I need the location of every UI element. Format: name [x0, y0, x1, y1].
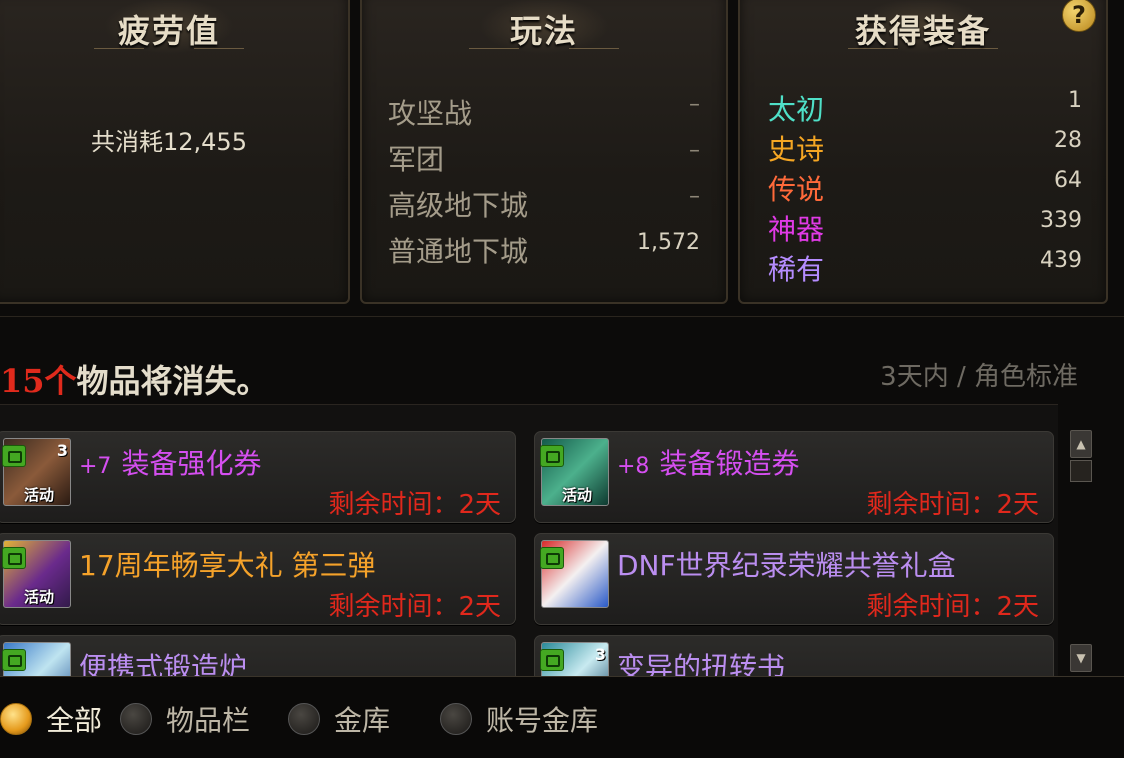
radio-unselected-icon — [120, 703, 152, 735]
equipment-row: 稀有 439 — [768, 248, 1082, 288]
radio-selected-icon — [0, 703, 32, 735]
item-card[interactable]: 3 活动 +7 装备强化券 剩余时间：2天 — [0, 431, 516, 523]
filter-label: 物品栏 — [166, 704, 251, 737]
filter-label: 账号金库 — [486, 704, 599, 737]
gameplay-label: 高级地下城 — [388, 189, 529, 222]
item-card[interactable]: 3 变异的扭转书 — [534, 635, 1054, 677]
scroll-thumb[interactable] — [1070, 460, 1092, 482]
item-name: 17周年畅享大礼 第三弹 — [79, 549, 376, 582]
grade-count: 64 — [1054, 168, 1082, 193]
radio-unselected-icon — [440, 703, 472, 735]
grade-label: 稀有 — [768, 253, 825, 286]
grade-count: 28 — [1054, 128, 1082, 153]
lock-tag-icon — [2, 547, 26, 569]
item-card[interactable]: 便携式锻造炉 — [0, 635, 516, 677]
equipment-row: 史诗 28 — [768, 128, 1082, 168]
item-name: 便携式锻造炉 — [79, 651, 248, 677]
grade-count: 1 — [1068, 88, 1082, 113]
grade-label: 神器 — [768, 213, 825, 246]
list-scrollbar[interactable]: ▲ ▼ — [1070, 430, 1092, 674]
scroll-down-icon[interactable]: ▼ — [1070, 644, 1092, 672]
equipment-panel: 获得装备 ? 太初 1 史诗 28 传说 64 神器 339 稀有 439 — [738, 0, 1108, 304]
gameplay-row: 普通地下城 1,572 — [388, 230, 700, 270]
section-divider — [0, 316, 1124, 317]
equipment-title: 获得装备 — [854, 12, 991, 50]
grade-count: 339 — [1040, 208, 1082, 233]
filter-inventory-radio[interactable]: 物品栏 — [120, 699, 250, 739]
filter-label: 全部 — [46, 704, 103, 737]
gameplay-label: 攻坚战 — [388, 97, 473, 130]
item-remaining-time: 剩余时间：2天 — [866, 490, 1039, 520]
item-icon — [2, 642, 71, 677]
gameplay-row: 军团 – — [388, 138, 700, 178]
lock-tag-icon — [540, 445, 564, 467]
equipment-row: 神器 339 — [768, 208, 1082, 248]
gameplay-row: 高级地下城 – — [388, 184, 700, 224]
grade-label: 太初 — [768, 93, 825, 126]
gameplay-value: – — [689, 138, 700, 163]
lock-tag-icon — [2, 445, 26, 467]
gameplay-label: 普通地下城 — [388, 235, 529, 268]
expiring-count: 15个 — [0, 362, 77, 400]
filter-storage-radio[interactable]: 金库 — [288, 699, 390, 739]
item-name: 变异的扭转书 — [617, 651, 786, 677]
gameplay-value: 1,572 — [637, 230, 700, 255]
expiring-heading: 15个物品将消失。 — [0, 356, 269, 402]
item-prefix: +8 — [617, 454, 650, 479]
item-remaining-time: 剩余时间：2天 — [328, 490, 501, 520]
fatigue-total: 共消耗12,455 — [91, 128, 247, 156]
item-card[interactable]: DNF世界纪录荣耀共誉礼盒 剩余时间：2天 — [534, 533, 1054, 625]
item-icon: 3 活动 — [2, 438, 71, 506]
gameplay-row: 攻坚战 – — [388, 92, 700, 132]
equipment-row: 传说 64 — [768, 168, 1082, 208]
item-card[interactable]: 活动 +8 装备锻造券 剩余时间：2天 — [534, 431, 1054, 523]
scroll-up-icon[interactable]: ▲ — [1070, 430, 1092, 458]
lock-tag-icon — [540, 547, 564, 569]
filter-account-storage-radio[interactable]: 账号金库 — [440, 699, 598, 739]
item-icon: 活动 — [2, 540, 71, 608]
item-remaining-time: 剩余时间：2天 — [866, 592, 1039, 622]
lock-tag-icon — [2, 649, 26, 671]
event-badge: 活动 — [24, 588, 55, 606]
fatigue-title: 疲劳值 — [117, 12, 220, 50]
gameplay-label: 军团 — [388, 143, 445, 176]
gameplay-value: – — [689, 184, 700, 209]
event-badge: 活动 — [24, 486, 55, 504]
filter-bar: 全部 物品栏 金库 账号金库 — [0, 676, 1124, 758]
item-name: +7 装备强化券 — [79, 447, 262, 480]
grade-count: 439 — [1040, 248, 1082, 273]
event-badge: 活动 — [562, 486, 593, 504]
item-icon: 3 — [540, 642, 609, 677]
stack-count: 3 — [56, 441, 68, 460]
expiring-text: 物品将消失。 — [76, 362, 269, 400]
item-name: DNF世界纪录荣耀共誉礼盒 — [617, 549, 956, 582]
filter-label: 金库 — [334, 704, 391, 737]
item-prefix: +7 — [79, 454, 112, 479]
gameplay-panel: 玩法 攻坚战 – 军团 – 高级地下城 – 普通地下城 1,572 — [360, 0, 728, 304]
item-remaining-time: 剩余时间：2天 — [328, 592, 501, 622]
lock-tag-icon — [540, 649, 564, 671]
grade-label: 史诗 — [768, 133, 825, 166]
stack-count: 3 — [594, 645, 606, 664]
filter-all-radio[interactable]: 全部 — [0, 699, 102, 739]
radio-unselected-icon — [288, 703, 320, 735]
item-card[interactable]: 活动 17周年畅享大礼 第三弹 剩余时间：2天 — [0, 533, 516, 625]
expiring-item-list[interactable]: 3 活动 +7 装备强化券 剩余时间：2天 活动 +8 装备锻造券 剩余时间：2天 … — [0, 404, 1058, 677]
item-icon — [540, 540, 609, 608]
gameplay-title: 玩法 — [509, 12, 578, 50]
expiring-range: 3天内 / 角色标准 — [880, 362, 1078, 392]
item-icon: 活动 — [540, 438, 609, 506]
fatigue-panel: 疲劳值 共消耗12,455 — [0, 0, 350, 304]
gameplay-value: – — [689, 92, 700, 117]
equipment-row: 太初 1 — [768, 88, 1082, 128]
grade-label: 传说 — [768, 173, 825, 206]
item-name: +8 装备锻造券 — [617, 447, 800, 480]
